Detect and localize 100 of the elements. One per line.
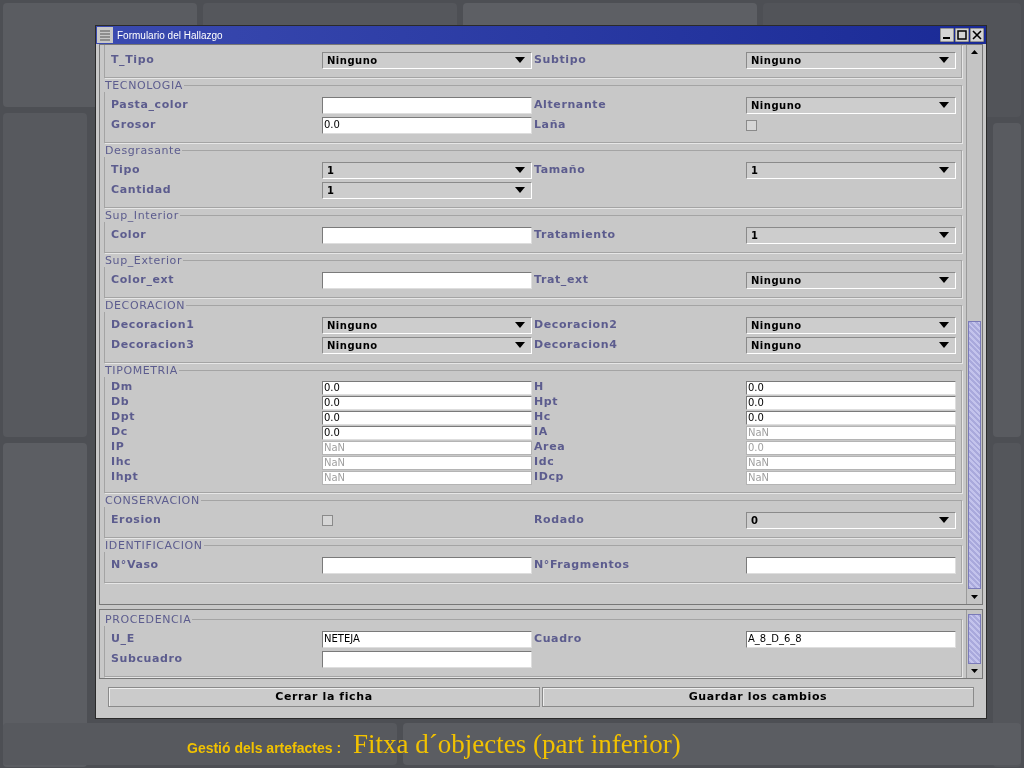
checkbox[interactable] [322, 514, 333, 526]
input-field[interactable]: 0.0 [746, 395, 956, 410]
field-label: Decoracion2 [534, 316, 619, 333]
group-title: TECNOLOGIA [104, 79, 184, 92]
field-label: N°Vaso [110, 556, 160, 573]
group-title: CONSERVACION [104, 494, 201, 507]
input-field[interactable]: 0.0 [322, 395, 532, 410]
input-field[interactable] [322, 271, 532, 289]
field-label: N°Fragmentos [534, 556, 631, 573]
dropdown[interactable]: Ninguno [746, 96, 956, 114]
dropdown[interactable]: Ninguno [322, 336, 532, 354]
caret-icon [939, 232, 949, 238]
close-icon[interactable] [970, 28, 984, 42]
input-field[interactable] [746, 556, 956, 574]
input-field[interactable] [322, 556, 532, 574]
dropdown-value: 1 [327, 183, 335, 198]
dropdown-value: Ninguno [327, 53, 378, 68]
maximize-icon[interactable] [955, 28, 969, 42]
caret-icon [515, 167, 525, 173]
caret-icon [515, 322, 525, 328]
scroll-thumb[interactable] [968, 614, 981, 664]
caret-icon [939, 322, 949, 328]
field-label: Decoracion4 [534, 336, 619, 353]
caret-icon [939, 277, 949, 283]
dropdown[interactable]: 1 [322, 181, 532, 199]
field-label: Laña [534, 116, 568, 133]
field-label: IA [534, 424, 549, 441]
scrollbar[interactable] [966, 610, 982, 678]
scroll-thumb[interactable] [968, 321, 981, 589]
field-label: Dc [110, 424, 129, 441]
dropdown-value: Ninguno [751, 273, 802, 288]
field-label: IDcp [534, 469, 566, 486]
field-label: Hpt [534, 394, 560, 411]
caption-lead: Gestió dels artefactes : [187, 739, 342, 758]
group-title: Desgrasante [104, 144, 183, 157]
form-button[interactable]: Cerrar la ficha [108, 687, 540, 707]
dropdown-value: Ninguno [751, 338, 802, 353]
caret-icon [939, 102, 949, 108]
caret-icon [939, 57, 949, 63]
group-title: DECORACION [104, 299, 187, 312]
caret-icon [939, 342, 949, 348]
group-title: Sup_Interior [104, 209, 180, 222]
field-label: Rodado [534, 511, 586, 528]
caret-icon [939, 517, 949, 523]
dropdown[interactable]: Ninguno [746, 271, 956, 289]
field-label: Dpt [110, 409, 137, 426]
dropdown[interactable]: 1 [322, 161, 532, 179]
dropdown[interactable]: 1 [746, 161, 956, 179]
field-label: Decoracion3 [110, 336, 196, 353]
dropdown[interactable]: Ninguno [322, 51, 532, 69]
input-field[interactable]: 0.0 [322, 380, 532, 395]
caret-icon [515, 187, 525, 193]
input-field[interactable]: 0.0 [322, 116, 532, 134]
input-field[interactable] [322, 96, 532, 114]
input-field[interactable] [322, 226, 532, 244]
slide-caption: Fitxa d´objectes (part inferior) [353, 729, 681, 759]
field-label: Erosion [110, 511, 163, 528]
dropdown[interactable]: Ninguno [746, 316, 956, 334]
field-label: Idc [534, 454, 556, 471]
field-label: Db [110, 394, 131, 411]
form-button[interactable]: Guardar los cambios [542, 687, 974, 707]
caret-icon [515, 342, 525, 348]
input-field[interactable]: 0.0 [746, 410, 956, 425]
field-label: Ihc [110, 454, 133, 471]
field-label: Subcuadro [110, 650, 184, 667]
input-field[interactable]: A_8_D_6_8 [746, 630, 956, 648]
dropdown[interactable]: Ninguno [746, 336, 956, 354]
dropdown-value: Ninguno [751, 318, 802, 333]
field-label: Tratamiento [534, 226, 617, 243]
dropdown-value: 1 [327, 163, 335, 178]
field-label: Hc [534, 409, 552, 426]
field-label: Trat_ext [534, 271, 590, 288]
input-field[interactable]: 0.0 [322, 425, 532, 440]
group-title: IDENTIFICACION [104, 539, 204, 552]
field-label: U_E [110, 630, 136, 647]
field-label: Cuadro [534, 630, 583, 647]
dropdown-value: Ninguno [327, 318, 378, 333]
field-label: Color [110, 226, 148, 243]
dropdown[interactable]: 1 [746, 226, 956, 244]
minimize-icon[interactable] [940, 28, 954, 42]
field-label: Dm [110, 379, 134, 396]
input-field[interactable]: 0.0 [322, 410, 532, 425]
field-label: Decoracion1 [110, 316, 196, 333]
dropdown-value: Ninguno [751, 53, 802, 68]
dropdown[interactable]: 0 [746, 511, 956, 529]
input-field[interactable] [322, 650, 532, 668]
input-field[interactable]: NETEJA [322, 630, 532, 648]
window-title: Formulario del Hallazgo [117, 28, 224, 43]
dropdown[interactable]: Ninguno [322, 316, 532, 334]
field-label: Color_ext [110, 271, 176, 288]
input-field[interactable]: 0.0 [746, 380, 956, 395]
dropdown[interactable]: Ninguno [746, 51, 956, 69]
field-label: Grosor [110, 116, 158, 133]
dropdown-value: 1 [751, 163, 759, 178]
checkbox[interactable] [746, 119, 757, 131]
field-label: Area [534, 439, 567, 456]
caret-icon [939, 167, 949, 173]
scrollbar[interactable] [966, 45, 982, 604]
field-label: Ihpt [110, 469, 140, 486]
group-title: PROCEDENCIA [104, 613, 193, 626]
